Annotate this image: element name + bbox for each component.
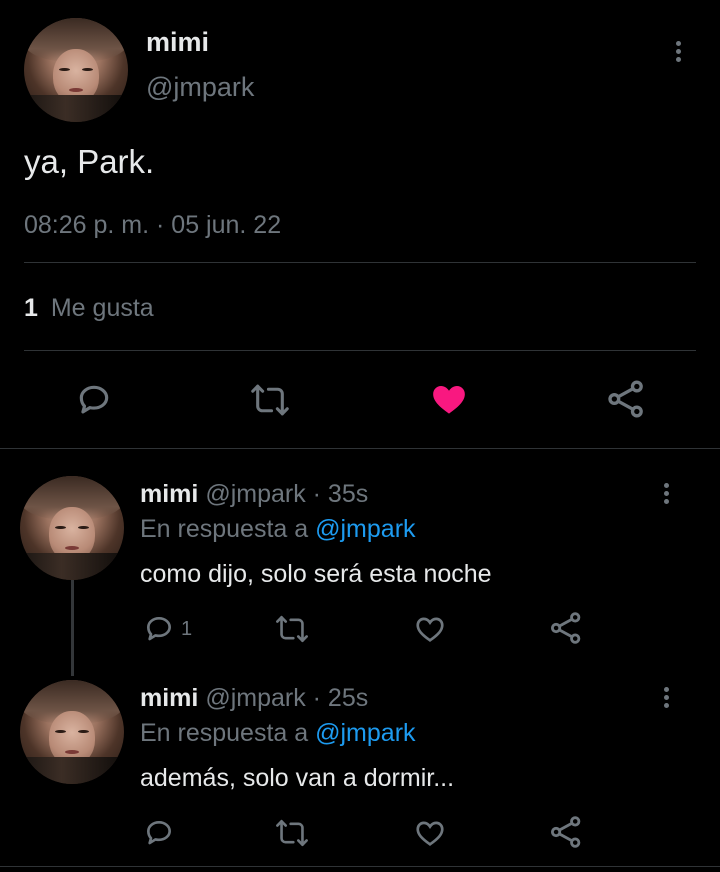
author-handle[interactable]: @jmpark: [146, 72, 254, 103]
reply-button[interactable]: [75, 381, 113, 419]
reply-icon: [79, 385, 109, 414]
retweet-icon: [276, 819, 308, 847]
likes-count: 1: [24, 294, 38, 322]
avatar[interactable]: [20, 476, 124, 580]
reply-header: mimi @jmpark · 35s: [140, 480, 368, 509]
divider: [24, 262, 696, 263]
reply-to-link[interactable]: @jmpark: [315, 515, 415, 543]
share-icon: [550, 816, 581, 848]
divider: [24, 350, 696, 351]
retweet-icon: [276, 615, 308, 643]
reply-count: 1: [181, 617, 193, 640]
retweet-button[interactable]: [275, 613, 309, 645]
share-button[interactable]: [549, 611, 583, 645]
like-icon: [416, 617, 444, 642]
reply-icon: [147, 617, 171, 641]
reply-button[interactable]: 1: [143, 613, 192, 645]
reply-context: En respuesta a @jmpark: [140, 719, 416, 748]
reply-prefix: En respuesta a: [140, 719, 309, 747]
reply-text: además, solo van a dormir...: [140, 764, 455, 792]
divider: [0, 866, 720, 867]
reply-prefix: En respuesta a: [140, 515, 309, 543]
like-button[interactable]: [429, 380, 469, 418]
like-button[interactable]: [413, 817, 447, 849]
retweet-button[interactable]: [275, 817, 309, 849]
more-options-icon[interactable]: [664, 687, 670, 711]
reply-icon: [147, 821, 171, 845]
author-name[interactable]: mimi: [146, 27, 209, 58]
reply-context: En respuesta a @jmpark: [140, 515, 416, 544]
retweet-button[interactable]: [250, 381, 290, 419]
share-icon: [608, 380, 643, 418]
retweet-icon: [251, 384, 289, 416]
share-button[interactable]: [549, 815, 583, 849]
reply-text: como dijo, solo será esta noche: [140, 560, 492, 588]
share-button[interactable]: [606, 379, 646, 419]
author-handle[interactable]: @jmpark: [205, 480, 305, 508]
like-icon: [416, 821, 444, 846]
like-icon: [433, 386, 465, 414]
likes-stat[interactable]: 1 Me gusta: [24, 294, 154, 323]
thread-connector: [71, 580, 74, 676]
share-icon: [550, 612, 581, 644]
more-options-icon[interactable]: [676, 41, 682, 65]
reply-time[interactable]: · 35s: [313, 480, 369, 508]
reply-button[interactable]: [143, 817, 175, 849]
avatar[interactable]: [20, 680, 124, 784]
avatar[interactable]: [24, 18, 128, 122]
like-button[interactable]: [413, 613, 447, 645]
author-name[interactable]: mimi: [140, 684, 198, 712]
likes-label: Me gusta: [50, 294, 154, 322]
reply-to-link[interactable]: @jmpark: [315, 719, 415, 747]
divider: [0, 448, 720, 449]
tweet-text: ya, Park.: [24, 143, 155, 180]
more-options-icon[interactable]: [664, 483, 670, 507]
tweet-timestamp[interactable]: 08:26 p. m. · 05 jun. 22: [24, 211, 281, 240]
reply-header: mimi @jmpark · 25s: [140, 684, 368, 713]
reply-time[interactable]: · 25s: [313, 684, 369, 712]
author-name[interactable]: mimi: [140, 480, 198, 508]
author-handle[interactable]: @jmpark: [205, 684, 305, 712]
